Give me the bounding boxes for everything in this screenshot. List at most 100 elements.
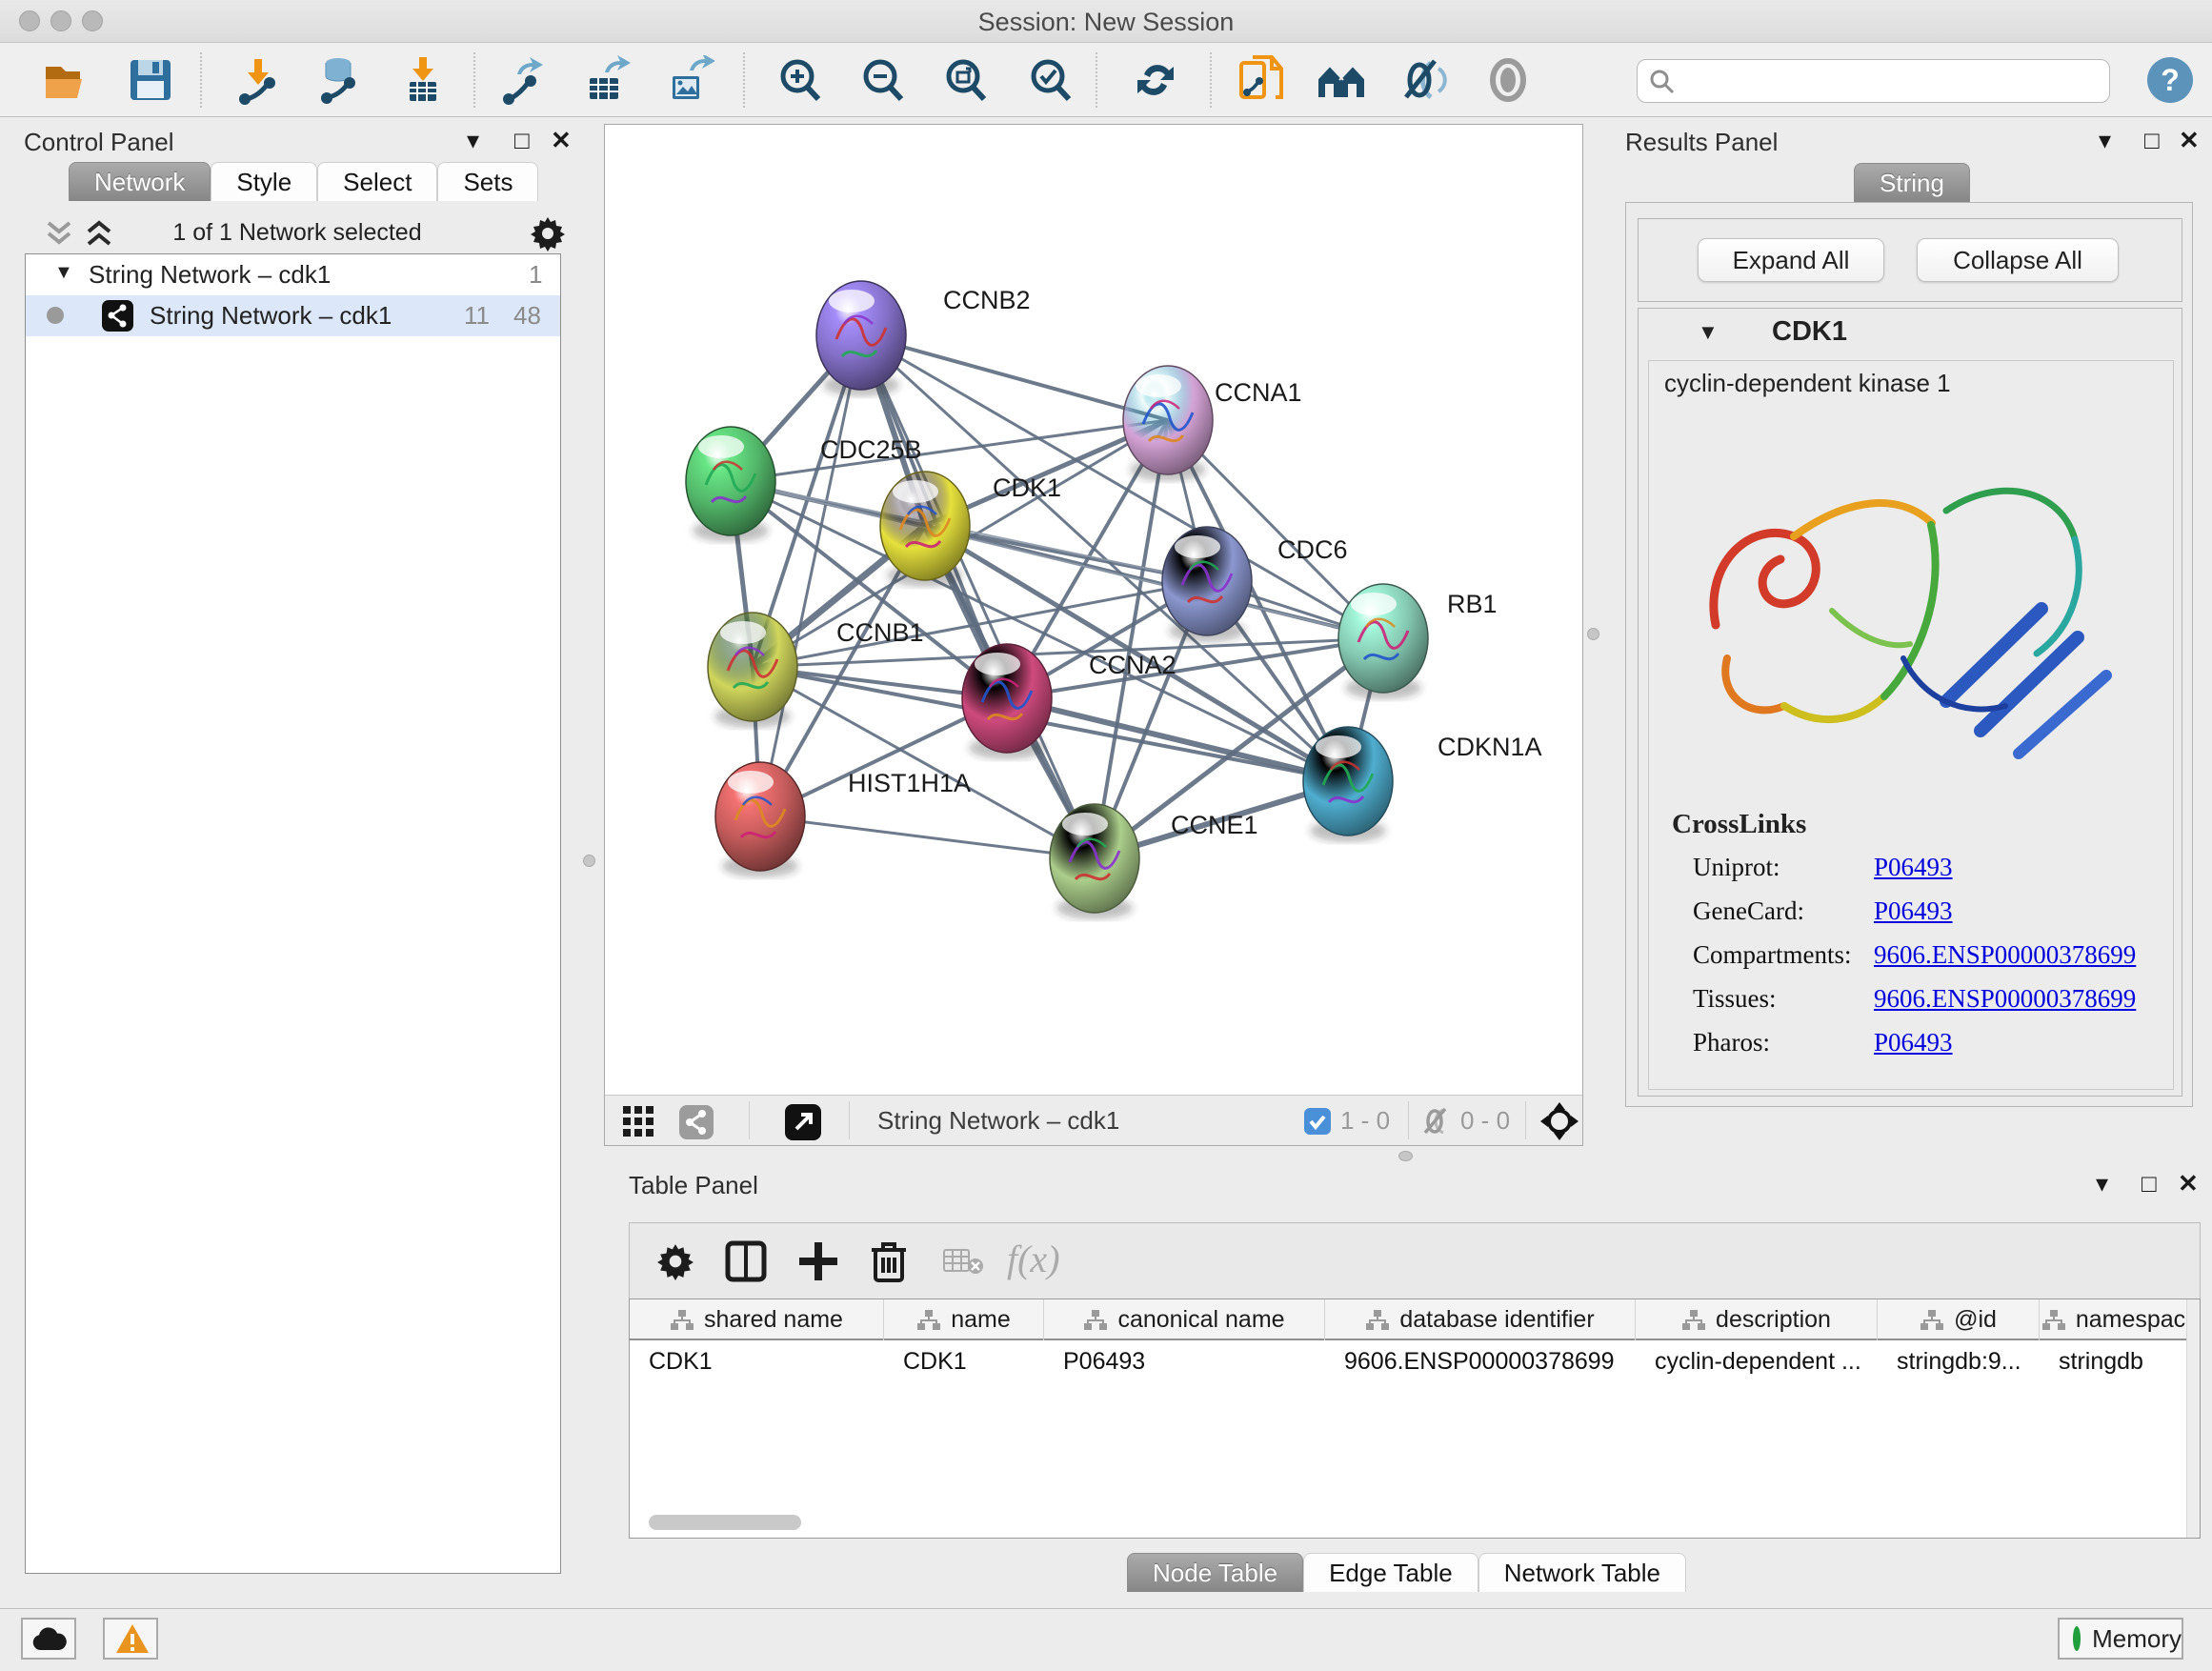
save-session-icon[interactable] [126,55,175,105]
network-node-cdc6[interactable]: CDC6 [1162,527,1348,642]
tab-style[interactable]: Style [211,162,317,201]
control-panel-float-icon[interactable]: ▾ [467,126,479,155]
table-panel-close-icon[interactable]: ✕ [2178,1169,2199,1198]
open-in-window-icon[interactable] [785,1104,821,1140]
results-panel-close-icon[interactable]: ✕ [2179,126,2200,155]
open-session-icon[interactable] [42,55,91,105]
crosslinks-heading: CrossLinks [1672,809,1806,840]
tab-network-table[interactable]: Network Table [1478,1553,1686,1592]
column-header--id[interactable]: @id [1878,1299,2040,1340]
crosslink-link[interactable]: P06493 [1874,896,1953,926]
table-cell[interactable]: CDK1 [630,1342,884,1380]
results-panel-float-icon[interactable]: ▾ [2099,126,2111,155]
show-graphics-details-icon[interactable] [1483,55,1533,105]
network-node-ccnb2[interactable]: CCNB2 [816,281,1031,396]
zoom-in-icon[interactable] [775,55,825,105]
table-cell[interactable]: 9606.ENSP00000378699 [1325,1342,1636,1380]
network-row[interactable]: String Network – cdk1 11 48 [26,295,560,336]
expand-all-button[interactable]: Expand All [1698,238,1884,282]
network-edge[interactable] [760,816,1095,858]
export-table-icon[interactable] [582,55,632,105]
network-node-hist1h1a[interactable]: HIST1H1A [715,762,971,877]
collection-expander-icon[interactable]: ▼ [54,262,73,284]
import-network-file-icon[interactable] [233,55,283,105]
column-header-shared-name[interactable]: shared name [630,1299,884,1340]
column-header-name[interactable]: name [884,1299,1044,1340]
network-graph[interactable]: CCNB2CCNA1CDC25BCDK1CDC6RB1CCNB1CCNA2CDK… [605,125,1582,1095]
crosslink-link[interactable]: 9606.ENSP00000378699 [1874,984,2136,1014]
zoom-selected-icon[interactable] [1026,55,1076,105]
gene-expander-icon[interactable]: ▼ [1698,320,1719,345]
network-collection-row[interactable]: ▼ String Network – cdk1 1 [26,254,560,295]
table-cell[interactable]: stringdb [2040,1342,2188,1380]
tab-node-table[interactable]: Node Table [1127,1553,1303,1592]
results-panel-maximize-icon[interactable]: □ [2144,126,2160,155]
network-type-icon[interactable] [679,1105,714,1139]
tab-sets[interactable]: Sets [437,162,538,201]
column-header-namespac[interactable]: namespac [2040,1299,2188,1340]
crosslink-link[interactable]: P06493 [1874,1028,1953,1057]
crosslink-link[interactable]: P06493 [1874,853,1953,882]
apply-layout-icon[interactable] [1131,55,1180,105]
first-neighbors-icon[interactable] [1317,55,1366,105]
network-node-rb1[interactable]: RB1 [1338,584,1498,699]
collapse-all-button[interactable]: Collapse All [1917,238,2119,282]
create-column-icon[interactable] [797,1240,839,1282]
left-splitter-handle[interactable] [583,855,595,867]
crosslink-link[interactable]: 9606.ENSP00000378699 [1874,940,2136,970]
selected-nodes-checkbox-icon[interactable] [1304,1108,1331,1135]
table-panel-float-icon[interactable]: ▾ [2096,1169,2108,1198]
network-canvas[interactable]: CCNB2CCNA1CDC25BCDK1CDC6RB1CCNB1CCNA2CDK… [604,124,1583,1146]
control-panel-maximize-icon[interactable]: □ [514,126,530,155]
import-table-file-icon[interactable] [398,55,448,105]
network-edge[interactable] [760,335,861,816]
title-bar: Session: New Session [0,0,2212,43]
tab-select[interactable]: Select [317,162,437,201]
help-icon[interactable]: ? [2145,55,2195,105]
network-node-cdk1[interactable]: CDK1 [880,472,1061,587]
network-node-ccne1[interactable]: CCNE1 [1050,804,1258,919]
network-options-gear-icon[interactable] [530,215,566,252]
pan-mode-icon[interactable] [1540,1102,1579,1140]
collapse-all-icon[interactable] [43,219,75,248]
table-cell[interactable]: CDK1 [884,1342,1044,1380]
scrollbar-thumb[interactable] [649,1515,801,1530]
column-header-description[interactable]: description [1636,1299,1878,1340]
table-toolbar: f(x) [629,1222,2201,1299]
delete-column-icon[interactable] [868,1238,910,1282]
zoom-out-icon[interactable] [858,55,908,105]
tab-string[interactable]: String [1854,163,1970,202]
search-icon [1649,69,1676,95]
cloud-button[interactable] [21,1618,76,1660]
table-cell[interactable]: cyclin-dependent ... [1636,1342,1878,1380]
search-box [1637,59,2110,103]
export-image-icon[interactable] [665,55,714,105]
network-selection-status: 1 of 1 Network selected [126,219,469,247]
table-vertical-scrollbar[interactable] [2186,1299,2200,1538]
right-splitter-handle[interactable] [1587,628,1599,640]
export-network-icon[interactable] [498,55,548,105]
bottom-splitter-handle[interactable] [1398,1151,1413,1161]
control-panel-close-icon[interactable]: ✕ [551,126,572,155]
table-horizontal-scrollbar[interactable] [633,1515,2196,1532]
birds-eye-view-icon[interactable] [622,1105,654,1137]
hide-selected-icon[interactable] [1398,55,1448,105]
table-options-gear-icon[interactable] [656,1242,694,1280]
column-header-database-identifier[interactable]: database identifier [1325,1299,1636,1340]
network-node-cdkn1a[interactable]: CDKN1A [1303,727,1542,842]
tab-edge-table[interactable]: Edge Table [1303,1553,1478,1592]
expand-all-icon[interactable] [83,219,115,248]
table-row[interactable]: CDK1CDK1P064939606.ENSP00000378699cyclin… [630,1342,2200,1380]
show-columns-icon[interactable] [725,1240,767,1282]
import-network-database-icon[interactable] [313,55,363,105]
table-panel-maximize-icon[interactable]: □ [2142,1169,2157,1198]
table-cell[interactable]: P06493 [1044,1342,1325,1380]
table-cell[interactable]: stringdb:9... [1878,1342,2040,1380]
column-header-canonical-name[interactable]: canonical name [1044,1299,1325,1340]
duplicate-network-icon[interactable] [1237,55,1287,105]
zoom-fit-content-icon[interactable] [941,55,991,105]
tab-network[interactable]: Network [69,162,211,201]
search-input[interactable] [1681,64,2091,98]
warning-button[interactable] [103,1618,158,1660]
memory-button[interactable]: Memory [2058,1618,2183,1660]
